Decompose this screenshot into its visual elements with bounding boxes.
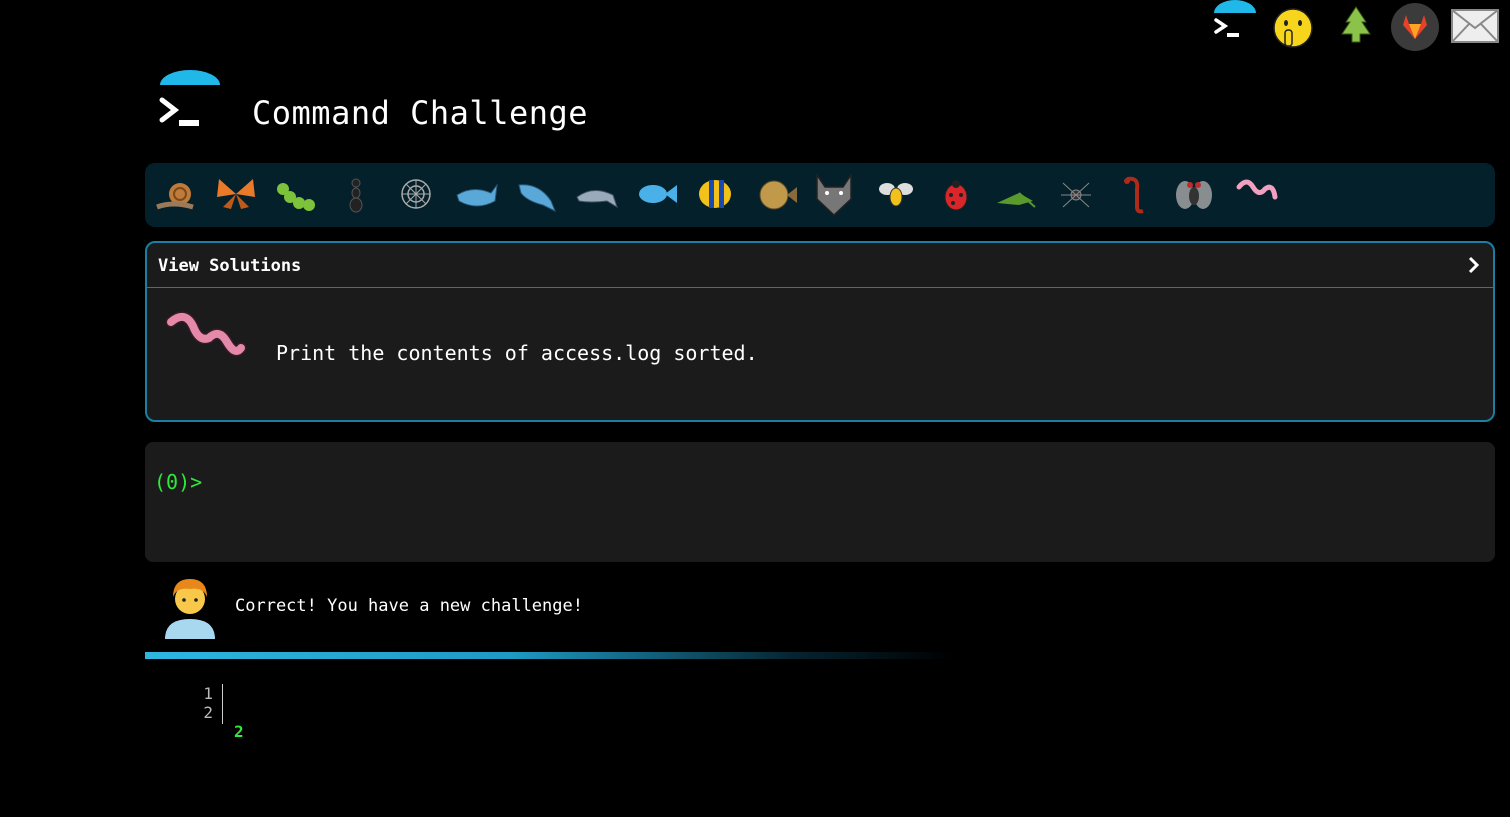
gitlab-icon[interactable]	[1390, 2, 1440, 52]
ladybug-icon[interactable]	[933, 171, 979, 217]
worm-icon[interactable]	[1233, 171, 1279, 217]
scorpion-icon[interactable]	[1113, 171, 1159, 217]
butterfly-icon[interactable]	[213, 171, 259, 217]
shushing-face-icon[interactable]	[1271, 6, 1317, 52]
challenge-body: Print the contents of access.log sorted.	[147, 288, 1493, 420]
line-number-gutter: 1 2	[190, 684, 223, 724]
bee-icon[interactable]	[873, 171, 919, 217]
fish-icon[interactable]	[633, 171, 679, 217]
dolphin-icon[interactable]	[573, 171, 619, 217]
terminal-umbrella-icon	[159, 70, 220, 126]
person-curly-hair-icon	[165, 579, 215, 639]
envelope-icon[interactable]	[1450, 8, 1500, 44]
blowfish-icon[interactable]	[753, 171, 799, 217]
line-number: 1	[203, 684, 213, 703]
spider-web-icon[interactable]	[393, 171, 439, 217]
view-solutions-label[interactable]: View Solutions	[158, 256, 301, 276]
fly-icon[interactable]	[1171, 171, 1217, 217]
whale-icon[interactable]	[453, 171, 499, 217]
progress-bar-fill	[145, 652, 955, 659]
tropical-fish-icon[interactable]	[693, 171, 739, 217]
challenge-description: Print the contents of access.log sorted.	[276, 341, 758, 365]
spider-icon[interactable]	[1053, 171, 1099, 217]
top-icon-bar	[1210, 0, 1510, 60]
caterpillar-icon[interactable]	[273, 171, 319, 217]
output-line: 2	[234, 722, 244, 741]
solutions-panel: View Solutions Print the contents of acc…	[145, 241, 1495, 422]
wolf-icon[interactable]	[811, 171, 857, 217]
progress-bar	[145, 652, 955, 659]
evergreen-tree-icon[interactable]	[1335, 4, 1377, 46]
shark-icon[interactable]	[513, 171, 559, 217]
output-lines: 2	[234, 684, 273, 817]
feedback-message: Correct! You have a new challenge!	[235, 596, 583, 616]
cricket-icon[interactable]	[993, 171, 1039, 217]
solutions-panel-header[interactable]: View Solutions	[147, 243, 1493, 288]
terminal-prompt: (0)>	[154, 470, 203, 494]
chevron-right-icon[interactable]	[1467, 255, 1481, 275]
worm-icon	[165, 311, 247, 357]
challenge-animal-bar	[145, 163, 1495, 227]
line-number: 2	[203, 703, 213, 722]
snail-icon[interactable]	[153, 171, 199, 217]
terminal-umbrella-icon[interactable]	[1210, 0, 1260, 48]
page-title: Command Challenge	[252, 94, 589, 132]
ant-icon[interactable]	[333, 171, 379, 217]
terminal-input-area[interactable]: (0)>	[145, 442, 1495, 562]
